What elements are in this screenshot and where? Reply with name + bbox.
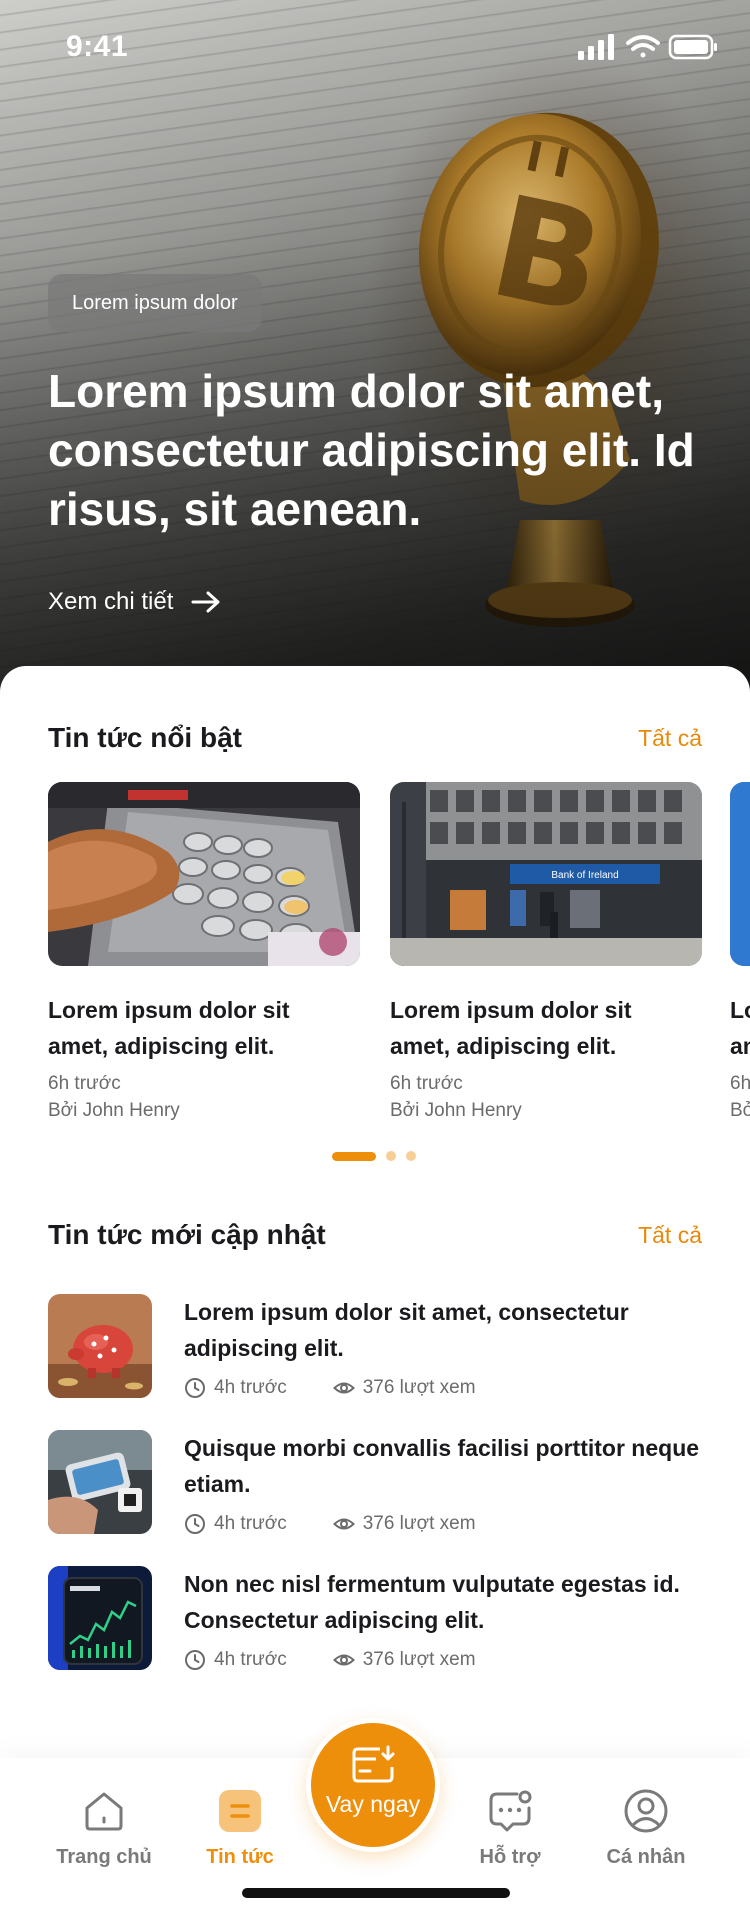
tab-home[interactable]: Trang chủ <box>44 1788 164 1869</box>
status-bar: 9:41 <box>0 0 750 96</box>
clock-icon <box>185 1378 205 1398</box>
carousel-dot[interactable] <box>406 1151 416 1161</box>
wifi-icon <box>626 35 660 58</box>
borrow-now-label: Vay ngay <box>325 1791 421 1817</box>
user-icon <box>624 1789 668 1833</box>
status-time: 9:41 <box>66 30 129 63</box>
featured-card-time: 6h trước <box>48 1073 121 1094</box>
featured-see-all-link[interactable]: Tất cả <box>638 725 702 752</box>
news-item-meta: 4h trước 376 lượt xem <box>184 1374 476 1402</box>
latest-section-title: Tin tức mới cập nhật <box>48 1219 326 1250</box>
featured-section-title: Tin tức nổi bật <box>48 722 242 753</box>
featured-carousel[interactable]: Lorem ipsum dolor sit amet, adipiscing e… <box>48 782 750 1142</box>
arrow-right-icon <box>191 591 220 613</box>
news-item-views: 376 lượt xem <box>362 1649 476 1670</box>
featured-card-title: Lorem ipsum dolor sit amet, adipiscing e… <box>48 997 290 1059</box>
featured-card[interactable]: Lorem ipsum dolor sit amet, adipiscing e… <box>730 782 750 1124</box>
eye-icon <box>332 1654 355 1666</box>
news-item-title: Quisque morbi convallis facilisi porttit… <box>184 1435 700 1497</box>
carousel-dot-active[interactable] <box>332 1151 376 1161</box>
featured-card-title: Lorem ipsum dolor sit amet, adipiscing e… <box>730 997 750 1059</box>
home-indicator <box>242 1888 510 1898</box>
clock-icon <box>185 1514 205 1534</box>
bank-sign-text: Bank of Ireland <box>551 870 618 881</box>
carousel-dot[interactable] <box>386 1151 396 1161</box>
tab-news-label: Tin tức <box>206 1846 274 1868</box>
eye-icon <box>332 1518 355 1530</box>
featured-card[interactable]: Bank of Ireland Lorem ipsum dolor sit am… <box>390 782 702 1124</box>
hero-title: Lorem ipsum dolor sit amet, consectetur … <box>48 365 695 535</box>
featured-card-title: Lorem ipsum dolor sit amet, adipiscing e… <box>390 997 632 1059</box>
news-item-title: Lorem ipsum dolor sit amet, consectetur … <box>184 1299 629 1361</box>
stock-chart-thumbnail <box>48 1566 152 1670</box>
news-list-item[interactable]: Non nec nisl fermentum vulputate egestas… <box>48 1566 702 1670</box>
atm-keypad-image <box>48 782 360 966</box>
tab-home-label: Trang chủ <box>56 1846 152 1868</box>
news-item-views-wrap: 376 lượt xem <box>332 1513 476 1535</box>
battery-icon <box>668 34 717 60</box>
eye-icon <box>332 1382 355 1394</box>
carousel-pagination <box>332 1151 416 1161</box>
news-item-time: 4h trước <box>214 1377 287 1398</box>
featured-card-author: Bởi John Henry <box>390 1100 522 1121</box>
news-item-time: 4h trước <box>214 1649 287 1670</box>
featured-card-image <box>730 782 750 966</box>
featured-card-time: 6h trước <box>390 1073 463 1094</box>
piggy-bank-thumbnail <box>48 1294 152 1398</box>
borrow-now-button[interactable]: Vay ngay <box>306 1718 440 1852</box>
featured-card[interactable]: Lorem ipsum dolor sit amet, adipiscing e… <box>48 782 360 1124</box>
tab-support-label: Hỗ trợ <box>479 1846 541 1868</box>
news-item-time: 4h trước <box>214 1513 287 1534</box>
hero-banner[interactable]: B 9:41 Lorem ipsum dolor <box>0 0 750 700</box>
tab-support[interactable]: Hỗ trợ <box>450 1788 570 1869</box>
tab-profile[interactable]: Cá nhân <box>586 1788 706 1869</box>
news-item-views-wrap: 376 lượt xem <box>332 1649 476 1671</box>
tab-profile-label: Cá nhân <box>606 1846 686 1868</box>
featured-card-time: 6h trước <box>730 1073 750 1094</box>
hero-view-details-label: Xem chi tiết <box>48 588 174 615</box>
featured-card-author: Bởi John Henry <box>730 1100 750 1121</box>
news-item-meta: 4h trước 376 lượt xem <box>184 1510 476 1538</box>
cellular-signal-icon <box>578 34 614 60</box>
tab-news[interactable]: Tin tức <box>180 1788 300 1869</box>
news-item-views-wrap: 376 lượt xem <box>332 1377 476 1399</box>
news-list-item[interactable]: Quisque morbi convallis facilisi porttit… <box>48 1430 702 1534</box>
news-list-item[interactable]: Lorem ipsum dolor sit amet, consectetur … <box>48 1294 702 1398</box>
news-item-meta: 4h trước 376 lượt xem <box>184 1646 476 1674</box>
news-icon <box>219 1790 261 1832</box>
news-item-views: 376 lượt xem <box>362 1513 476 1534</box>
status-icons <box>578 34 717 60</box>
news-item-views: 376 lượt xem <box>362 1377 476 1398</box>
chat-support-icon <box>489 1790 532 1832</box>
phone-payment-thumbnail <box>48 1430 152 1534</box>
clock-icon <box>185 1650 205 1670</box>
featured-section-header: Tin tức nổi bật Tất cả <box>48 716 702 760</box>
latest-see-all-link[interactable]: Tất cả <box>638 1222 702 1249</box>
news-item-title: Non nec nisl fermentum vulputate egestas… <box>184 1571 680 1633</box>
latest-section-header: Tin tức mới cập nhật Tất cả <box>48 1213 702 1257</box>
home-icon <box>85 1792 123 1831</box>
hero-view-details-link[interactable]: Xem chi tiết <box>48 584 221 620</box>
hero-category-badge: Lorem ipsum dolor <box>48 274 262 332</box>
loan-card-icon <box>352 1745 395 1783</box>
bank-building-image: Bank of Ireland <box>390 782 702 966</box>
featured-card-author: Bởi John Henry <box>48 1100 180 1121</box>
